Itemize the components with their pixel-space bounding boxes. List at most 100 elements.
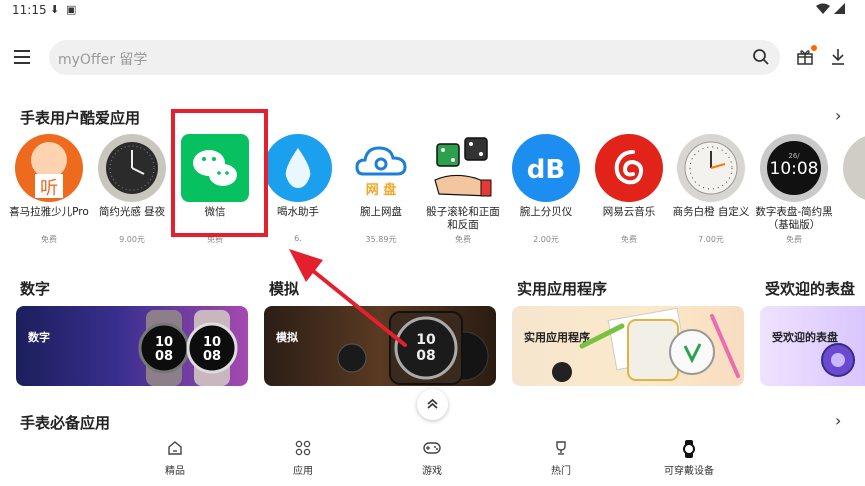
watchface-icon: 10:08 26/ (760, 134, 828, 202)
nav-tab-games[interactable]: 游戏 (397, 440, 467, 477)
status-time: 11:15 (12, 3, 47, 17)
search-icon[interactable] (752, 48, 770, 70)
app-item[interactable]: 网 盘 腕上网盘 35.89元 (340, 134, 422, 245)
section-title-favorites: 手表用户酷爱应用 (20, 109, 141, 127)
status-bar: 11:15 ⬇ ▣ (0, 0, 865, 22)
water-drop-icon (264, 134, 332, 202)
notification-dot (811, 45, 817, 51)
watch-image (821, 343, 855, 377)
watch-icon (654, 440, 724, 462)
chevron-right-icon[interactable]: › (835, 106, 841, 125)
svg-text:26/: 26/ (788, 152, 800, 160)
app-name: 喝水助手 (277, 206, 319, 218)
app-price: 7.00元 (698, 235, 724, 244)
watch-minute: 08 (416, 348, 435, 364)
nav-tab-apps[interactable]: 应用 (268, 440, 338, 477)
category-title-popular-faces: 受欢迎的表盘 (765, 280, 856, 298)
watchface-icon (677, 134, 745, 202)
app-price: 免费 (455, 235, 471, 244)
search-bar[interactable]: myOffer 留学 (49, 40, 780, 75)
chevron-up-icon (427, 398, 438, 409)
section-title-essentials: 手表必备应用 (20, 414, 111, 432)
category-title-digital: 数字 (20, 280, 51, 298)
app-price: 免费 (41, 235, 57, 244)
watch-image: 10 08 (337, 311, 489, 385)
app-item[interactable]: 商务白橙 自定义 7.00元 (670, 134, 752, 245)
category-title-utility: 实用应用程序 (517, 280, 608, 298)
menu-icon[interactable] (14, 50, 30, 64)
app-item[interactable]: 骰子滚轮和正面和反面 免费 (422, 134, 504, 245)
search-input[interactable]: myOffer 留学 (58, 49, 147, 69)
watch-minute: 08 (155, 349, 173, 364)
app-price: 35.89元 (365, 235, 397, 244)
gamepad-icon (397, 440, 467, 462)
app-item[interactable]: 10:08 26/ 数字表盘-简约黑（基础版） 免费 (753, 134, 835, 245)
app-name: 骰子滚轮和正面和反面 (426, 206, 500, 231)
app-price: 免费 (621, 235, 637, 244)
nav-label: 应用 (293, 466, 313, 477)
app-price: 6. (294, 234, 302, 243)
app-name: 腕上分贝仪 (519, 206, 573, 218)
watchface-icon (843, 134, 865, 202)
netease-music-icon (595, 134, 663, 202)
ximalaya-icon: 听 (15, 134, 83, 202)
trophy-icon (526, 440, 596, 462)
app-price: 免费 (786, 235, 802, 244)
app-name: 数字表盘-简约黑（基础版） (755, 206, 833, 231)
svg-text:网 盘: 网 盘 (366, 182, 397, 198)
nav-label: 可穿戴设备 (664, 466, 714, 477)
nav-tab-featured[interactable]: 精品 (140, 440, 210, 477)
nav-tab-hot[interactable]: 热门 (526, 440, 596, 477)
gift-icon[interactable] (796, 45, 817, 70)
category-card-digital[interactable]: 数字 10 08 10 08 (16, 306, 248, 386)
app-item[interactable]: 喝水助手 6. (257, 134, 339, 243)
app-name: 商务白橙 自定义 (672, 206, 750, 218)
watch-hour: 10 (416, 332, 436, 348)
app-item[interactable]: dB 腕上分贝仪 2.00元 (505, 134, 587, 245)
nav-label: 热门 (551, 466, 571, 477)
app-price: 2.00元 (533, 235, 559, 244)
app-name: 网易云音乐 (602, 206, 656, 218)
watch-hour: 10 (203, 335, 221, 350)
app-item[interactable]: 三色 (836, 134, 865, 250)
nav-label: 游戏 (422, 466, 442, 477)
wifi-icon (816, 3, 830, 18)
card-label: 数字 (28, 331, 50, 344)
download-status-icon: ⬇ (50, 3, 60, 16)
chevron-right-icon[interactable]: › (835, 411, 841, 430)
app-name: 简约光感 昼夜 (98, 206, 166, 218)
app-name: 腕上网盘 (360, 206, 402, 218)
dice-icon (429, 134, 497, 202)
notification-icon: ▣ (66, 3, 77, 16)
card-label: 模拟 (276, 331, 298, 344)
app-item[interactable]: 听 喜马拉雅少儿Pro 免费 (8, 134, 90, 245)
svg-text:听: 听 (40, 178, 58, 199)
svg-text:10:08: 10:08 (770, 159, 819, 179)
battery-icon (834, 3, 846, 18)
category-title-analog: 模拟 (269, 280, 300, 298)
watch-minute: 08 (203, 349, 221, 364)
cloud-disk-icon: 网 盘 (347, 134, 415, 202)
watch-image: 10 08 10 08 (138, 310, 238, 386)
nav-tab-wearables[interactable]: 可穿戴设备 (654, 440, 724, 477)
watch-hour: 10 (155, 335, 173, 350)
nav-label: 精品 (165, 466, 185, 477)
app-price: 9.00元 (119, 235, 145, 244)
watch-image (552, 307, 740, 382)
apps-grid-icon (268, 440, 338, 462)
svg-text:dB: dB (527, 155, 565, 185)
app-item[interactable]: 简约光感 昼夜 9.00元 (91, 134, 173, 245)
category-card-utility[interactable]: 实用应用程序 (512, 306, 744, 386)
scroll-top-button[interactable] (417, 389, 448, 420)
category-card-popular-faces[interactable]: 受欢迎的表盘 (760, 306, 865, 386)
watchface-icon (98, 134, 166, 202)
top-bar: myOffer 留学 (0, 38, 865, 80)
category-card-analog[interactable]: 模拟 10 08 (264, 306, 496, 386)
decibel-icon: dB (512, 134, 580, 202)
app-name: 三色 (836, 206, 865, 219)
download-icon[interactable] (830, 48, 846, 70)
app-item[interactable]: 网易云音乐 免费 (588, 134, 670, 245)
highlight-box (171, 109, 268, 237)
app-name: 喜马拉雅少儿Pro (9, 206, 89, 218)
home-icon (140, 440, 210, 462)
